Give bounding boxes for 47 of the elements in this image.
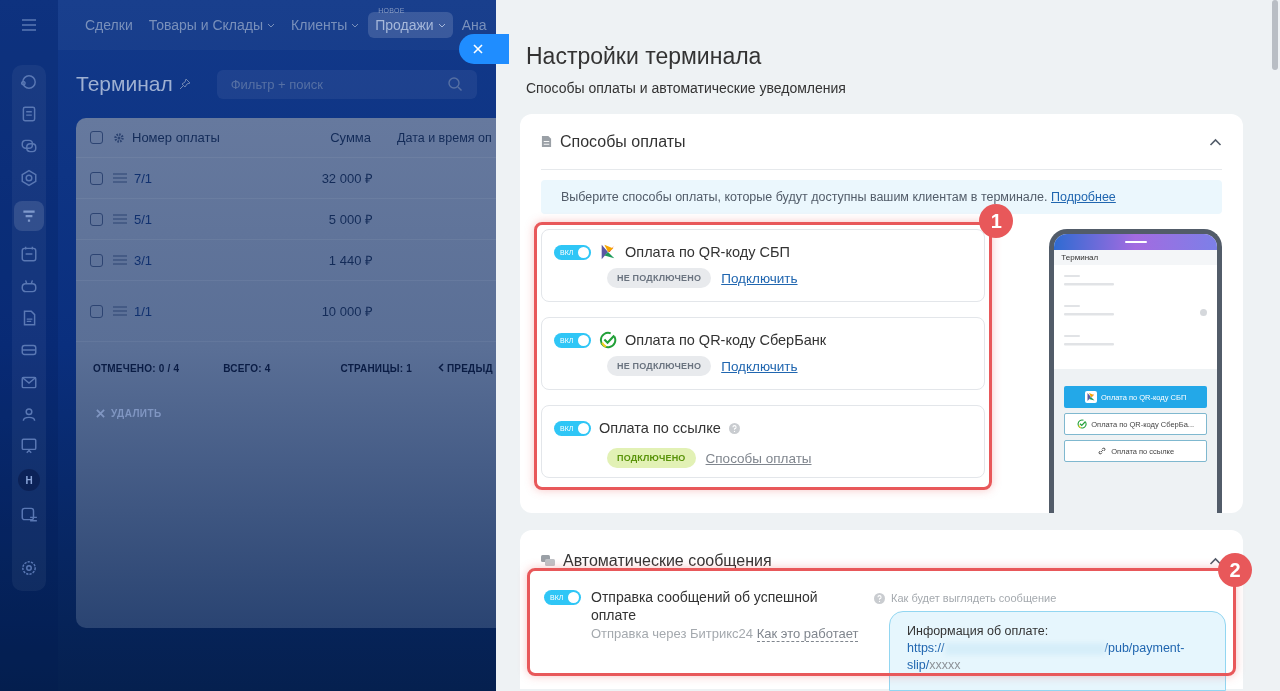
column-header[interactable]: Дата и время оп	[371, 130, 492, 145]
previous-page-link[interactable]: ПРЕДЫД	[438, 362, 493, 374]
how-it-works-link[interactable]: Как это работает	[756, 626, 859, 642]
payment-link[interactable]: https:// /pub/payment-slip/xxxxx	[907, 640, 1208, 674]
nav-tab[interactable]: Ана	[454, 17, 494, 33]
preview-hint: Как будет выглядеть сообщение	[891, 592, 1057, 604]
info-message: Выберите способы оплаты, которые будут доступны вашим клиентам в терминале. Подробнее	[541, 180, 1222, 214]
method-title: Оплата по QR-коду СберБанк	[625, 332, 827, 348]
connect-link[interactable]: Подключить	[721, 358, 798, 374]
nav-tab[interactable]: Продажи	[368, 12, 453, 38]
message-title: Информация об оплате:	[907, 624, 1050, 638]
connect-link[interactable]: Способы оплаты	[705, 450, 812, 466]
screen-title: Терминал	[1054, 250, 1217, 265]
table-cell-text: 1 440 ₽	[327, 252, 373, 269]
setting-title: Отправка сообщений об успешной оплате	[591, 588, 819, 624]
step-marker: 1	[979, 204, 1014, 238]
payment-number[interactable]: 5/1	[127, 211, 277, 227]
section-title: Способы оплаты	[560, 132, 687, 151]
column-header[interactable]: Номер оплаты	[125, 130, 275, 145]
more-link[interactable]: Подробнее	[1051, 190, 1116, 204]
method-title: Оплата по ссылке	[599, 420, 721, 436]
setting-description: Отправка через Битрикс24 Как это работает	[591, 626, 859, 641]
avatar[interactable]: Н	[18, 469, 40, 491]
nav-tab[interactable]: Сделки	[78, 17, 140, 33]
table-cell-text: 10 000 ₽	[320, 303, 373, 320]
status-badge: НЕ ПОДКЛЮЧЕНО	[607, 356, 712, 376]
payment-number[interactable]: 7/1	[127, 170, 277, 186]
nav-tab[interactable]: Товары и Склады	[141, 17, 283, 33]
column-header[interactable]: Сумма	[275, 130, 371, 145]
method-title: Оплата по QR-коду СБП	[625, 244, 790, 260]
connect-link[interactable]: Подключить	[721, 270, 798, 286]
section-title: Автоматические сообщения	[563, 552, 773, 570]
payment-number[interactable]: 3/1	[127, 252, 277, 268]
nav-tab[interactable]: Клиенты	[284, 17, 367, 33]
panel-subtitle: Способы оплаты и автоматические уведомления	[526, 80, 847, 96]
table-cell-text: 5 000 ₽	[327, 211, 373, 228]
table-stat: ВСЕГО: 4	[223, 362, 271, 374]
filter-field[interactable]: Фильтр + поиск	[216, 69, 477, 99]
table-stat: ОТМЕЧЕНО: 0 / 4	[93, 362, 180, 374]
table-stat: СТРАНИЦЫ: 1	[340, 362, 412, 374]
step-marker: 2	[1218, 553, 1252, 587]
page-title: Терминал	[76, 72, 173, 96]
status-badge: НЕ ПОДКЛЮЧЕНО	[607, 268, 712, 288]
panel-title: Настройки терминала	[526, 43, 763, 70]
status-badge: ПОДКЛЮЧЕНО	[607, 448, 696, 468]
table-cell-text: 32 000 ₽	[320, 170, 373, 187]
payment-number[interactable]: 1/1	[127, 303, 277, 319]
